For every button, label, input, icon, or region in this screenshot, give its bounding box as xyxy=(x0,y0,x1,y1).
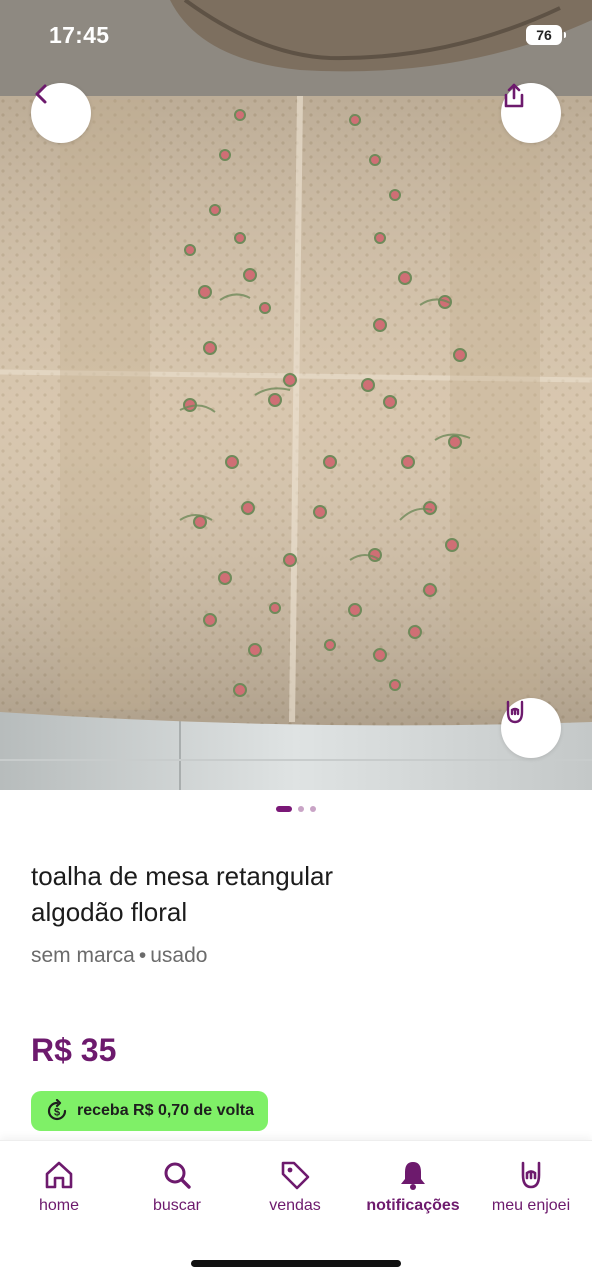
carousel-dots[interactable] xyxy=(0,806,592,812)
meta-separator: • xyxy=(138,944,147,967)
nav-label-my-enjoei: meu enjoei xyxy=(491,1197,571,1214)
bell-icon xyxy=(401,1162,425,1190)
carousel-dot[interactable] xyxy=(298,806,304,812)
nav-label-home: home xyxy=(38,1197,80,1214)
status-bar: 17:45 76 xyxy=(0,0,592,76)
nav-item-notifications[interactable]: notificações xyxy=(354,1159,472,1215)
product-title-line1: toalha de mesa retangular xyxy=(31,861,334,891)
bottom-nav: home buscar vendas notificações meu enjo… xyxy=(0,1140,592,1280)
back-button[interactable] xyxy=(31,83,91,143)
rock-hand-icon xyxy=(521,1161,541,1189)
product-meta: sem marca • usado xyxy=(31,944,207,968)
home-icon xyxy=(45,1161,73,1189)
status-time: 17:45 xyxy=(49,22,110,48)
nav-item-home[interactable]: home xyxy=(0,1159,118,1215)
product-photo[interactable]: 17:45 76 xyxy=(0,0,592,790)
nav-item-search[interactable]: buscar xyxy=(118,1159,236,1215)
nav-item-sales[interactable]: vendas xyxy=(236,1159,354,1215)
search-icon xyxy=(164,1162,191,1189)
product-title: toalha de mesa retangular algodão floral xyxy=(31,858,451,930)
battery-indicator: 76 xyxy=(526,25,566,45)
tag-icon xyxy=(281,1161,310,1190)
cashback-icon: $ xyxy=(47,1099,67,1121)
nav-label-notifications: notificações xyxy=(366,1197,460,1214)
carousel-dot[interactable] xyxy=(276,806,292,812)
share-icon xyxy=(504,83,524,108)
cashback-badge[interactable]: $ receba R$ 0,70 de volta xyxy=(31,1091,268,1131)
product-price: R$ 35 xyxy=(31,1032,117,1068)
share-button[interactable] xyxy=(501,83,561,143)
nav-item-my-enjoei[interactable]: meu enjoei xyxy=(472,1159,590,1215)
nav-label-search: buscar xyxy=(152,1197,202,1214)
battery-level: 76 xyxy=(536,27,552,43)
home-indicator xyxy=(191,1260,401,1267)
chevron-left-icon xyxy=(35,84,47,104)
product-condition: usado xyxy=(150,944,208,967)
carousel-dot[interactable] xyxy=(310,806,316,812)
rock-hand-icon xyxy=(506,700,524,724)
product-title-line2: algodão floral xyxy=(31,897,188,927)
svg-text:$: $ xyxy=(54,1107,60,1119)
product-brand[interactable]: sem marca xyxy=(31,944,135,967)
rock-hand-button[interactable] xyxy=(501,698,561,758)
nav-label-sales: vendas xyxy=(269,1197,321,1214)
cashback-text: receba R$ 0,70 de volta xyxy=(77,1102,254,1119)
